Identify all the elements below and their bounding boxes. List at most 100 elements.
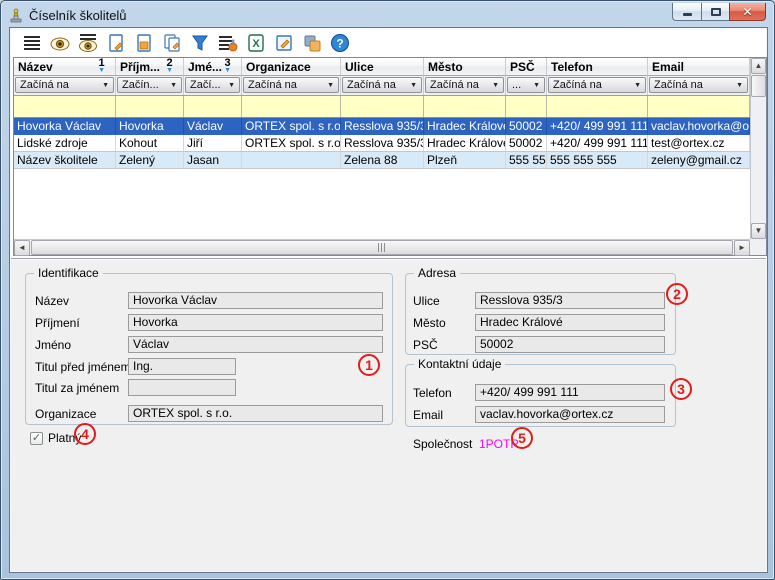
filter-dropdown[interactable]: Začíná na▼ [548, 77, 646, 93]
detail-form: Identifikace Adresa Kontaktní údaje ✓ Pl… [11, 258, 766, 571]
column-header-9[interactable]: Email [648, 58, 750, 76]
form-edit-icon[interactable] [273, 32, 294, 53]
filter-dropdown[interactable]: Začí...▼ [185, 77, 240, 93]
field-organizace[interactable]: ORTEX spol. s r.o. [128, 405, 383, 422]
horizontal-scroll-thumb[interactable] [31, 240, 733, 255]
filter-dropdown[interactable]: Začíná na▼ [649, 77, 748, 93]
records-flask-icon[interactable] [217, 32, 238, 53]
chevron-down-icon: ▼ [492, 82, 499, 89]
table-cell: Jiří [184, 135, 242, 151]
field-titul-za-jm-nem[interactable] [128, 379, 236, 396]
field-titul-p-ed-jm-nem[interactable]: Ing. [128, 358, 236, 375]
scroll-down-icon[interactable]: ▼ [751, 223, 766, 239]
filter-label: Začíná na [248, 79, 297, 91]
filter-cell: Začíná na▼ [341, 76, 424, 95]
copy-squares-icon[interactable] [301, 32, 322, 53]
maximize-icon [711, 8, 721, 16]
field-telefon[interactable]: +420/ 499 991 111 [475, 384, 665, 401]
table-row[interactable]: Hovorka VáclavHovorkaVáclavORTEX spol. s… [14, 118, 750, 135]
search-input-cell[interactable] [14, 96, 116, 117]
group-adresa-legend: Adresa [414, 266, 460, 280]
table-cell: Václav [184, 118, 242, 134]
column-label: Organizace [246, 60, 311, 74]
table-cell [242, 152, 341, 168]
column-label: Příjm... [120, 60, 160, 74]
filter-dropdown[interactable]: Začíná na▼ [342, 77, 422, 93]
filter-dropdown[interactable]: Začíná na▼ [15, 77, 114, 93]
excel-export-icon[interactable]: X [245, 32, 266, 53]
field-m-sto[interactable]: Hradec Králové [475, 314, 665, 331]
platny-checkbox[interactable]: ✓ [30, 432, 43, 445]
column-header-7[interactable]: PSČ [506, 58, 547, 76]
maximize-button[interactable] [701, 3, 729, 21]
scroll-left-icon[interactable]: ◄ [14, 240, 30, 256]
filter-cell: Začíná na▼ [547, 76, 648, 95]
search-input-cell[interactable] [184, 96, 242, 117]
column-header-6[interactable]: Město [424, 58, 506, 76]
column-header-4[interactable]: Organizace [242, 58, 341, 76]
search-input-cell[interactable] [506, 96, 547, 117]
search-input-cell[interactable] [242, 96, 341, 117]
doc-edit-icon[interactable] [133, 32, 154, 53]
help-icon[interactable]: ? [329, 32, 350, 53]
filter-dropdown[interactable]: Začíná na▼ [425, 77, 504, 93]
table-row[interactable]: Název školiteleZelenýJasanZelena 88Plzeň… [14, 152, 750, 169]
column-header-2[interactable]: Příjm...2▼ [116, 58, 184, 76]
sort-indicator-icon: 3▼ [224, 60, 237, 74]
table-cell: Kohout [116, 135, 184, 151]
search-input-cell[interactable] [547, 96, 648, 117]
chevron-down-icon: ▼ [170, 82, 177, 89]
filter-cell: Začíná na▼ [14, 76, 116, 95]
horizontal-scrollbar[interactable]: ◄ ► [14, 239, 750, 255]
column-header-3[interactable]: Jmé...3▼ [184, 58, 242, 76]
field-ulice[interactable]: Resslova 935/3 [475, 292, 665, 309]
table-cell: zeleny@gmail.cz [648, 152, 750, 168]
column-label: Email [652, 60, 684, 74]
search-input-cell[interactable] [424, 96, 506, 117]
minimize-button[interactable] [672, 3, 701, 21]
chevron-down-icon: ▼ [410, 82, 417, 89]
search-input-cell[interactable] [116, 96, 184, 117]
filter-dropdown[interactable]: Začín...▼ [117, 77, 182, 93]
search-input-cell[interactable] [648, 96, 750, 117]
sort-indicator-icon: 1▼ [98, 60, 111, 74]
close-button[interactable]: ✕ [729, 3, 766, 21]
field-email[interactable]: vaclav.hovorka@ortex.cz [475, 406, 665, 423]
field-n-zev[interactable]: Hovorka Václav [128, 292, 383, 309]
list-icon[interactable] [21, 32, 42, 53]
filter-dropdown[interactable]: Začíná na▼ [243, 77, 339, 93]
table-cell: ORTEX spol. s r.o. [242, 118, 341, 134]
thumb-grip-icon [378, 243, 387, 252]
table-cell: test@ortex.cz [648, 135, 750, 151]
column-header-8[interactable]: Telefon [547, 58, 648, 76]
table-cell: Hovorka [116, 118, 184, 134]
vertical-scrollbar[interactable]: ▲ ▼ [750, 58, 766, 239]
annotation-circle-3: 3 [670, 378, 692, 400]
filter-dropdown[interactable]: ...▼ [507, 77, 545, 93]
field-ps-[interactable]: 50002 [475, 336, 665, 353]
eye-preview-icon[interactable] [77, 32, 98, 53]
eye-view-icon[interactable] [49, 32, 70, 53]
scroll-right-icon[interactable]: ► [734, 240, 750, 256]
doc-copy-icon[interactable] [161, 32, 182, 53]
column-header-5[interactable]: Ulice [341, 58, 424, 76]
field-label: Ulice [413, 294, 440, 308]
grid-search-row [14, 96, 750, 118]
field-p-jmen-[interactable]: Hovorka [128, 314, 383, 331]
filter-label: Začíná na [20, 79, 69, 91]
search-input-cell[interactable] [341, 96, 424, 117]
field-label: Titul za jménem [35, 381, 119, 395]
doc-new-icon[interactable] [105, 32, 126, 53]
vertical-scroll-thumb[interactable] [751, 75, 766, 97]
field-label: Titul před jménem [35, 360, 131, 374]
column-header-1[interactable]: Název1▼ [14, 58, 116, 76]
filter-icon[interactable] [189, 32, 210, 53]
scrollbar-corner [750, 239, 766, 255]
annotation-circle-5: 5 [511, 427, 533, 449]
filter-label: Začíná na [654, 79, 703, 91]
table-cell: Lidské zdroje [14, 135, 116, 151]
field-jm-no[interactable]: Václav [128, 336, 383, 353]
scroll-up-icon[interactable]: ▲ [751, 58, 766, 74]
table-row[interactable]: Lidské zdrojeKohoutJiříORTEX spol. s r.o… [14, 135, 750, 152]
trainers-grid: Název1▼Příjm...2▼Jmé...3▼ Organizace Ulice… [13, 57, 767, 256]
